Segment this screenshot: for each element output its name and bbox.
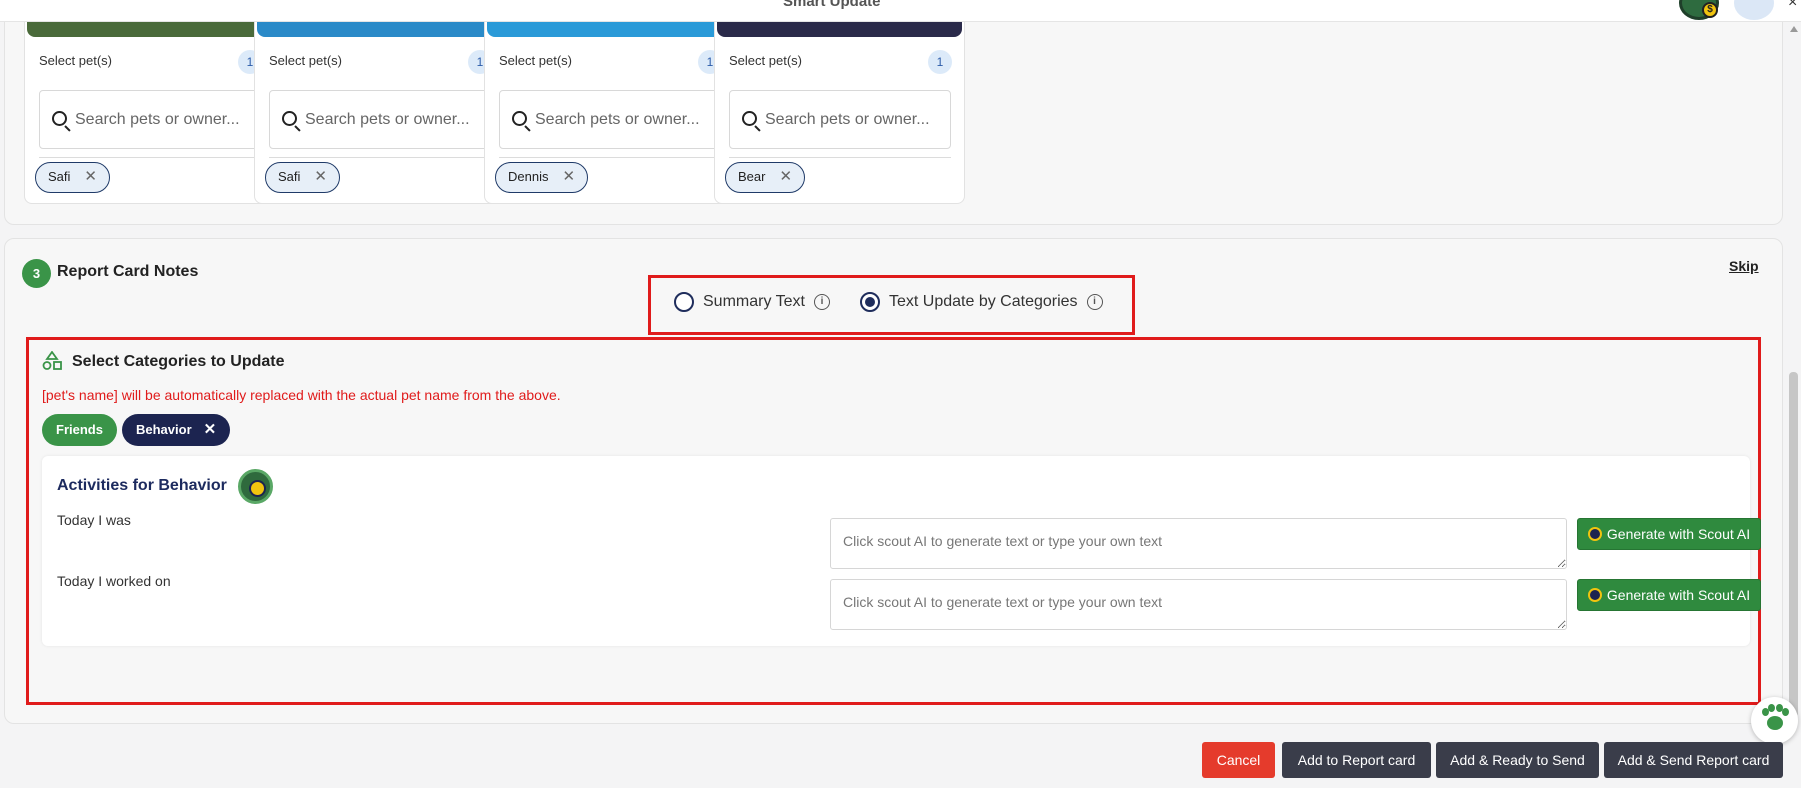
remove-chip-icon[interactable]: ✕ — [314, 163, 327, 191]
remove-category-icon[interactable]: ✕ — [204, 421, 217, 438]
radio-circle-selected[interactable] — [860, 292, 880, 312]
pet-name-note: [pet's name] will be automatically repla… — [42, 387, 561, 403]
step-badge: 3 — [22, 259, 51, 288]
section-title: Report Card Notes — [57, 263, 199, 280]
paw-chat-button[interactable] — [1751, 697, 1798, 744]
pet-search-box[interactable] — [499, 90, 721, 149]
mode-selector: Summary Text i Text Update by Categories… — [648, 275, 1135, 335]
generate-button-label: Generate with Scout AI — [1606, 526, 1751, 542]
radio-text-by-categories[interactable]: Text Update by Categories i — [860, 292, 1103, 312]
select-pets-label: Select pet(s) — [499, 53, 572, 68]
pet-search-box[interactable] — [729, 90, 951, 149]
activity-row-label: Today I was — [57, 512, 131, 528]
activity-row-label: Today I worked on — [57, 573, 171, 589]
pet-chip: Dennis ✕ — [495, 162, 589, 193]
help-avatar[interactable] — [1734, 0, 1774, 20]
divider — [499, 157, 721, 158]
paw-icon — [1767, 716, 1783, 730]
pet-search-box[interactable] — [269, 90, 491, 149]
user-avatar[interactable]: $ — [1679, 0, 1719, 20]
coin-icon: $ — [1702, 2, 1718, 18]
pet-chip: Safi ✕ — [35, 162, 110, 193]
select-pets-label: Select pet(s) — [269, 53, 342, 68]
search-icon — [742, 111, 757, 126]
divider — [39, 157, 261, 158]
pet-search-input[interactable] — [535, 107, 715, 133]
pet-card: Select pet(s) 1 Safi✕ — [24, 1, 275, 204]
radio-summary-text[interactable]: Summary Text i — [674, 292, 830, 312]
radio-circle[interactable] — [674, 292, 694, 312]
pet-card: Select pet(s) 1 Bear ✕ — [714, 1, 965, 204]
radio-label: Text Update by Categories — [889, 293, 1078, 310]
pet-chip-label: Safi — [48, 169, 71, 184]
top-bar: Smart Update $ × — [0, 0, 1801, 22]
pet-chip: Safi ✕ — [265, 162, 340, 193]
pets-panel: Select pet(s) 1 Safi✕ Select pet(s) 1 Sa… — [4, 0, 1783, 225]
paw-toe — [1782, 708, 1789, 716]
pet-search-input[interactable] — [75, 107, 255, 133]
category-chip-label: Behavior — [136, 422, 192, 437]
selected-count-badge: 1 — [928, 50, 952, 74]
behavior-badge-icon — [238, 469, 273, 504]
add-ready-to-send-button[interactable]: Add & Ready to Send — [1436, 742, 1599, 778]
search-icon — [52, 111, 67, 126]
categories-title: Select Categories to Update — [72, 353, 285, 370]
pet-chip: Bear ✕ — [725, 162, 806, 193]
category-chip-behavior[interactable]: Behavior ✕ — [122, 414, 231, 446]
pet-card: Select pet(s) 1 Safi✕ — [254, 1, 505, 204]
select-pets-label: Select pet(s) — [39, 53, 112, 68]
pet-card: Select pet(s) 1 Dennis✕ — [484, 1, 735, 204]
close-icon[interactable]: × — [1788, 0, 1797, 12]
scroll-up-arrow-icon[interactable] — [1790, 26, 1798, 32]
pet-chip-label: Dennis — [508, 169, 549, 184]
activities-title: Activities for Behavior — [57, 477, 227, 494]
add-to-report-card-button[interactable]: Add to Report card — [1282, 742, 1431, 778]
divider — [269, 157, 491, 158]
cancel-button[interactable]: Cancel — [1202, 742, 1275, 778]
divider — [729, 157, 951, 158]
pet-search-input[interactable] — [305, 107, 485, 133]
shapes-icon — [42, 351, 62, 370]
radio-label: Summary Text — [703, 293, 805, 310]
activity-text-input[interactable] — [830, 579, 1567, 630]
remove-chip-icon[interactable]: ✕ — [779, 163, 792, 191]
skip-link[interactable]: Skip — [1729, 258, 1759, 274]
generate-button-label: Generate with Scout AI — [1606, 587, 1751, 603]
select-pets-label: Select pet(s) — [729, 53, 802, 68]
search-icon — [282, 111, 297, 126]
pet-search-input[interactable] — [765, 107, 945, 133]
remove-chip-icon[interactable]: ✕ — [562, 163, 575, 191]
add-send-report-card-button[interactable]: Add & Send Report card — [1604, 742, 1783, 778]
pet-chip-label: Bear — [738, 169, 766, 184]
report-card-notes-panel: 3 Report Card Notes Skip Summary Text i … — [4, 238, 1783, 724]
page-title: Smart Update — [783, 0, 881, 10]
info-icon[interactable]: i — [813, 294, 830, 310]
activity-text-input[interactable] — [830, 518, 1567, 569]
pet-search-box[interactable] — [39, 90, 261, 149]
categories-section: Select Categories to Update [pet's name]… — [26, 337, 1761, 705]
scrollbar-thumb[interactable] — [1789, 372, 1798, 717]
remove-chip-icon[interactable]: ✕ — [84, 163, 97, 191]
generate-scout-ai-button[interactable]: Generate with Scout AI — [1577, 579, 1761, 611]
activities-card: Activities for Behavior Today I was Gene… — [42, 456, 1761, 646]
scout-ai-icon — [1587, 527, 1602, 541]
category-chip-friends[interactable]: Friends — [42, 414, 117, 446]
info-icon[interactable]: i — [1086, 294, 1103, 310]
search-icon — [512, 111, 527, 126]
generate-scout-ai-button[interactable]: Generate with Scout AI — [1577, 518, 1761, 550]
pet-chip-label: Safi — [278, 169, 301, 184]
scout-ai-icon — [1587, 588, 1602, 602]
paw-toe — [1768, 704, 1775, 712]
